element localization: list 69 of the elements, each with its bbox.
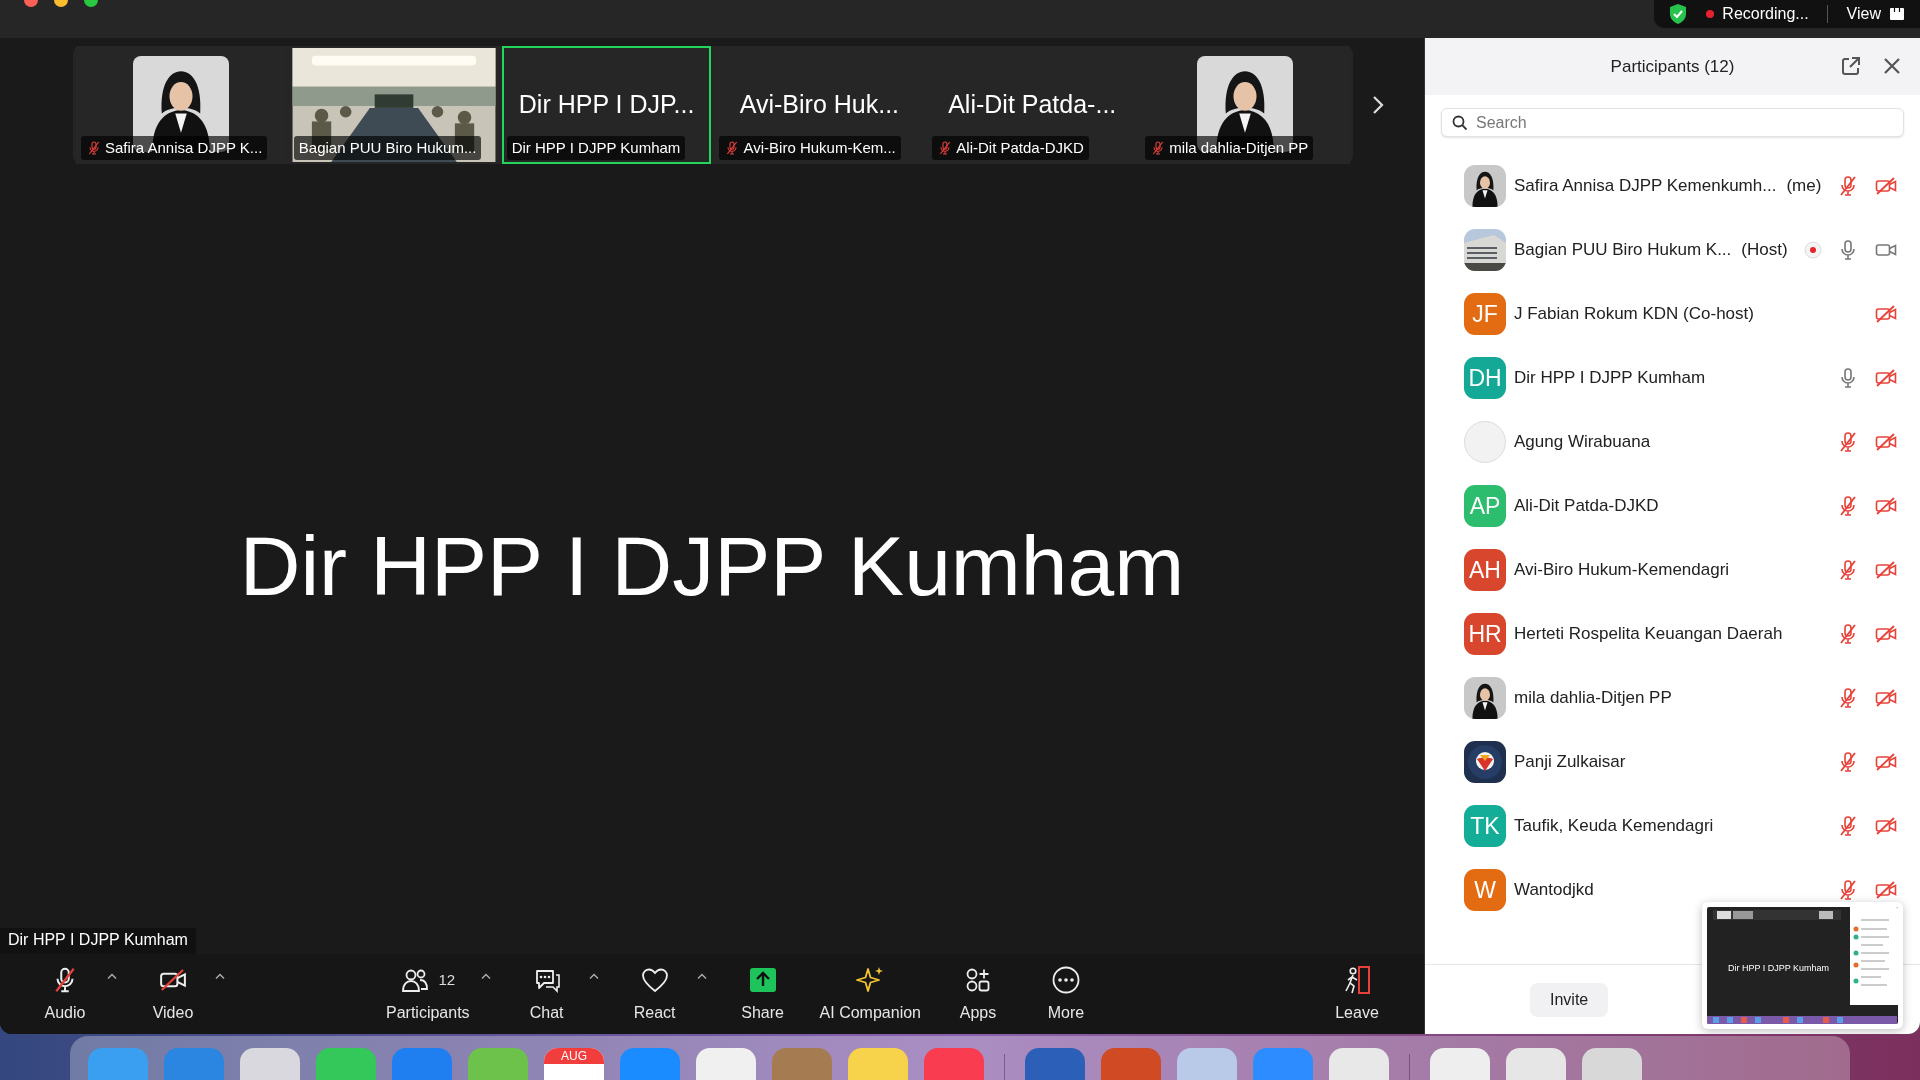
pop-out-button[interactable] (1840, 55, 1862, 77)
toolbar-button[interactable]: Video (136, 962, 210, 1025)
caret-up-icon (587, 972, 600, 980)
toolbar-button[interactable]: AI Companion (813, 962, 927, 1025)
toolbar-button[interactable]: Audio (28, 962, 102, 1025)
share-icon (747, 965, 778, 995)
toolbar-button[interactable]: React (617, 962, 692, 1025)
avatar: W (1464, 869, 1506, 911)
caret-up-icon (479, 972, 492, 980)
participant-name: mila dahlia-Ditjen PP (1514, 687, 1672, 710)
toolbar-button[interactable]: Leave (1320, 962, 1394, 1025)
chevron-right-icon (1371, 94, 1385, 116)
participant-name: Safira Annisa DJPP Kemenkumh... (1514, 175, 1777, 198)
participant-name: J Fabian Rokum KDN (Co-host) (1514, 303, 1754, 326)
avatar: HR (1464, 613, 1506, 655)
caret-up-icon (106, 972, 118, 980)
calendar-icon[interactable]: AUG (544, 1048, 604, 1080)
participant-name: Dir HPP I DJPP Kumham (1514, 367, 1706, 390)
leave-icon (1342, 965, 1372, 995)
participant-name: Bagian PUU Biro Hukum K... (1514, 239, 1732, 262)
avatar (1464, 421, 1506, 463)
toolbar-button[interactable]: More (1029, 962, 1103, 1025)
toolbar-button[interactable]: Apps (941, 962, 1015, 1025)
recording-dot (1706, 10, 1715, 18)
toolbar-button[interactable]: 12 Participants (380, 962, 476, 1025)
participant-name: Ali-Dit Patda-DJKD (956, 137, 1084, 158)
participant-name: Safira Annisa DJPP K... (105, 137, 263, 158)
participant-name: Ali-Dit Patda-DJKD (1514, 495, 1659, 518)
toolbar-button[interactable]: Chat (509, 962, 584, 1025)
panel-title: Participants (12) (1610, 55, 1735, 78)
screenshot-thumbnail[interactable]: Dir HPP I DJPP Kumham (1702, 902, 1903, 1029)
caret-up-icon (695, 972, 708, 980)
more-icon (1051, 965, 1081, 995)
participant-name: mila dahlia-Ditjen PP (1169, 137, 1309, 158)
participant-name: Avi-Biro Hukum-Kemendagri (1514, 559, 1730, 582)
speaker-label: Dir HPP I DJPP Kumham (0, 928, 196, 954)
toolbar-button[interactable]: Share (725, 962, 800, 1025)
next-page-button[interactable] (1371, 94, 1385, 116)
pop-out-icon (1840, 55, 1862, 77)
participant-name: Taufik, Keuda Kemendagri (1514, 815, 1714, 838)
invite-button[interactable]: Invite (1530, 982, 1609, 1017)
recording-status: Recording... (1722, 4, 1809, 24)
participant-name: Dir HPP I DJP... (517, 89, 696, 120)
close-icon (1882, 56, 1902, 76)
grid-icon (1889, 6, 1905, 22)
participant-name: Panji Zulkaisar (1514, 751, 1626, 774)
participant-name: Avi-Biro Hukum-Kem... (743, 137, 896, 158)
speaker-name: Dir HPP I DJPP Kumham (1727, 961, 1830, 975)
avatar: JF (1464, 293, 1506, 335)
role-label: (Host) (1741, 239, 1788, 262)
speaker-name: Dir HPP I DJPP Kumham (239, 518, 1185, 615)
avatar: DH (1464, 357, 1506, 399)
role-label: (me) (1786, 175, 1822, 198)
participant-name: Herteti Rospelita Keuangan Daerah (1514, 623, 1783, 646)
avatar: AH (1464, 549, 1506, 591)
participant-name: Avi-Biro Huk... (738, 89, 901, 120)
participant-name: Dir HPP I DJPP Kumham (511, 137, 681, 158)
caret-up-icon (214, 972, 226, 980)
view-button[interactable]: View (1845, 1, 1906, 27)
avatar: TK (1464, 805, 1506, 847)
search-field[interactable]: Search (1441, 108, 1904, 137)
search-icon (1452, 115, 1468, 131)
participant-name: Ali-Dit Patda-... (947, 89, 1118, 120)
participant-name: Wantodjkd (1514, 879, 1594, 902)
shield-icon (1668, 3, 1689, 25)
participant-name: Agung Wirabuana (1514, 431, 1651, 454)
participant-name: Bagian PUU Biro Hukum... (298, 137, 477, 158)
video-tile[interactable]: Dir HPP I DJP... Dir HPP I DJPP Kumham (501, 46, 712, 164)
avatar: AP (1464, 485, 1506, 527)
